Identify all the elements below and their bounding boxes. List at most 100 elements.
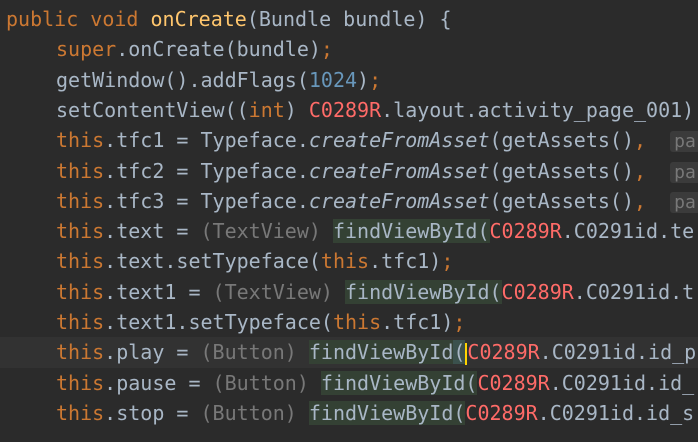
code-token: .pause = bbox=[104, 370, 213, 395]
code-line[interactable]: public void onCreate(Bundle bundle) { bbox=[0, 4, 698, 35]
code-token: this bbox=[56, 370, 105, 395]
code-token: ; bbox=[320, 37, 333, 62]
code-line-content: super.onCreate(bundle); bbox=[56, 34, 333, 65]
code-token: ( bbox=[453, 340, 466, 365]
code-token: ; bbox=[441, 249, 454, 274]
code-line-content: this.play = (Button) findViewById(C0289R… bbox=[56, 337, 696, 368]
code-line-content: this.tfc2 = Typeface.createFromAsset(get… bbox=[56, 156, 698, 187]
code-token: 1024 bbox=[308, 67, 358, 92]
code-token: (Bundle bundle) { bbox=[246, 7, 452, 31]
code-token: ; bbox=[453, 310, 466, 334]
code-line[interactable]: super.onCreate(bundle); bbox=[0, 34, 698, 65]
code-token: .C0291id.id_p bbox=[539, 340, 697, 365]
code-line[interactable]: this.tfc2 = Typeface.createFromAsset(get… bbox=[0, 156, 698, 187]
code-token: int bbox=[248, 97, 285, 122]
code-token: C0289R bbox=[489, 219, 562, 244]
code-token: (Button) bbox=[200, 400, 309, 425]
code-token: .play = bbox=[104, 340, 201, 365]
code-line[interactable]: this.text1.setTypeface(this.tfc1); bbox=[0, 307, 698, 338]
code-token: .text1 = bbox=[104, 279, 213, 304]
code-token: setContentView(( bbox=[56, 97, 249, 122]
code-token: onCreate bbox=[150, 7, 247, 31]
code-line[interactable]: this.tfc3 = Typeface.createFromAsset(get… bbox=[0, 186, 698, 217]
code-token: super bbox=[56, 37, 117, 62]
parameter-hint: pa bbox=[670, 131, 698, 153]
code-token: .layout.activity_page_001) bbox=[381, 97, 695, 122]
code-token: this bbox=[320, 249, 370, 274]
code-token: this bbox=[56, 340, 105, 365]
code-token: .C0291id.id_ bbox=[549, 370, 695, 395]
code-token: .text.setTypeface( bbox=[104, 249, 321, 274]
code-token: findViewById( bbox=[345, 279, 502, 304]
code-token: this bbox=[56, 128, 105, 153]
code-token: findViewById( bbox=[308, 400, 466, 425]
code-line-content: this.text1 = (TextView) findViewById(C02… bbox=[56, 277, 694, 308]
code-line-content: public void onCreate(Bundle bundle) { bbox=[6, 4, 452, 35]
code-token: (TextView) bbox=[200, 219, 333, 244]
code-token: C0289R bbox=[501, 279, 574, 304]
code-line-content: this.text = (TextView) findViewById(C028… bbox=[56, 216, 694, 247]
code-token: .C0291id.id_s bbox=[537, 400, 695, 425]
code-token: .tfc1 = Typeface. bbox=[104, 128, 309, 153]
code-line[interactable]: this.text = (TextView) findViewById(C028… bbox=[0, 216, 698, 247]
code-token: C0289R bbox=[465, 400, 538, 425]
code-line[interactable]: getWindow().addFlags(1024); bbox=[0, 65, 698, 96]
code-line[interactable]: this.text1 = (TextView) findViewById(C02… bbox=[0, 277, 698, 308]
code-token: createFromAsset bbox=[308, 188, 490, 213]
code-token: .C0291id.t bbox=[573, 279, 695, 304]
code-token: findViewById( bbox=[320, 370, 478, 395]
code-line-content: setContentView((int) C0289R.layout.activ… bbox=[56, 95, 694, 126]
code-token: getWindow().addFlags( bbox=[56, 67, 309, 92]
code-token: this bbox=[56, 310, 105, 334]
code-line-content: this.pause = (Button) findViewById(C0289… bbox=[56, 368, 694, 399]
code-token: , bbox=[634, 128, 671, 153]
code-token: ; bbox=[369, 67, 382, 92]
code-token: , bbox=[634, 158, 671, 183]
code-token: public void bbox=[6, 7, 151, 31]
code-token: .onCreate(bundle) bbox=[116, 37, 321, 62]
code-token: , bbox=[634, 188, 671, 213]
code-token: .tfc3 = Typeface. bbox=[104, 188, 309, 213]
code-token: this bbox=[56, 188, 105, 213]
code-line[interactable]: this.stop = (Button) findViewById(C0289R… bbox=[0, 398, 698, 429]
code-token: C0289R bbox=[308, 97, 382, 122]
code-token: .tfc1) bbox=[381, 310, 454, 334]
code-token: findViewById bbox=[308, 340, 454, 365]
code-token: .stop = bbox=[104, 400, 201, 425]
code-token: (TextView) bbox=[212, 279, 345, 304]
parameter-hint: pa bbox=[670, 161, 698, 183]
code-token: (getAssets() bbox=[489, 188, 635, 213]
code-line[interactable]: this.text.setTypeface(this.tfc1); bbox=[0, 246, 698, 277]
code-token: findViewById( bbox=[332, 219, 490, 244]
code-token: (Button) bbox=[200, 340, 309, 365]
code-token: .tfc2 = Typeface. bbox=[104, 158, 309, 183]
code-token: C0289R bbox=[467, 340, 540, 365]
code-line[interactable]: this.tfc1 = Typeface.createFromAsset(get… bbox=[0, 125, 698, 156]
code-token: this bbox=[56, 400, 105, 425]
code-token: .tfc1) bbox=[369, 249, 442, 274]
code-line[interactable]: this.pause = (Button) findViewById(C0289… bbox=[0, 368, 698, 399]
code-token: createFromAsset bbox=[308, 158, 490, 183]
code-line-content: this.tfc3 = Typeface.createFromAsset(get… bbox=[56, 186, 698, 217]
code-line-content: this.tfc1 = Typeface.createFromAsset(get… bbox=[56, 125, 698, 156]
code-token: (getAssets() bbox=[489, 158, 635, 183]
code-editor[interactable]: public void onCreate(Bundle bundle) {sup… bbox=[0, 0, 698, 442]
code-token: this bbox=[332, 310, 382, 334]
parameter-hint: pa bbox=[670, 191, 698, 213]
code-line-content: this.text1.setTypeface(this.tfc1); bbox=[56, 307, 465, 338]
code-token: .text1.setTypeface( bbox=[104, 310, 333, 334]
code-line-content: this.stop = (Button) findViewById(C0289R… bbox=[56, 398, 694, 429]
code-token: createFromAsset bbox=[308, 128, 490, 153]
code-line[interactable]: setContentView((int) C0289R.layout.activ… bbox=[0, 95, 698, 126]
code-token: this bbox=[56, 249, 105, 274]
code-line-content: getWindow().addFlags(1024); bbox=[56, 65, 381, 96]
code-token: (Button) bbox=[212, 370, 321, 395]
code-token: ) bbox=[357, 67, 370, 92]
code-token: this bbox=[56, 219, 105, 244]
code-token: ) bbox=[284, 97, 309, 122]
code-token: .text = bbox=[104, 219, 201, 244]
code-token: this bbox=[56, 279, 105, 304]
code-token: C0289R bbox=[477, 370, 550, 395]
code-line[interactable]: this.play = (Button) findViewById(C0289R… bbox=[0, 337, 698, 369]
code-token: this bbox=[56, 158, 105, 183]
